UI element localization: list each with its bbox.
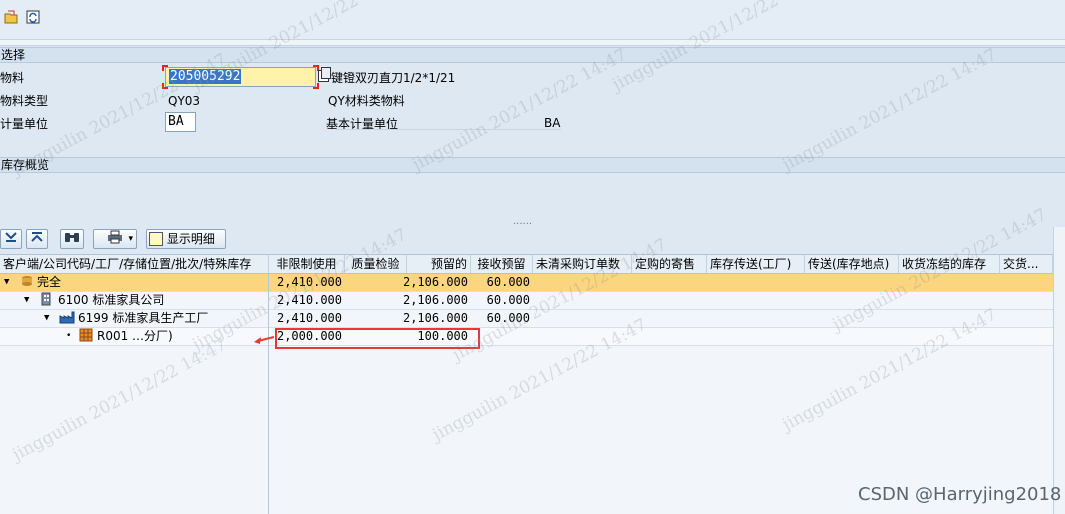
splitter-handle[interactable]: ...... — [513, 216, 532, 227]
cell-unrestricted: 2,410.000 — [276, 275, 342, 289]
material-value: 205005292 — [169, 69, 242, 84]
cell-receipt-reserved: 60.000 — [486, 275, 530, 289]
binoculars-icon — [65, 233, 79, 242]
column-header-delivery[interactable]: 交货... — [1000, 255, 1053, 273]
table-row[interactable]: ▼ 6199 标准家具生产工厂 2,410.000 2,106.000 60.0… — [0, 310, 1053, 328]
table-row[interactable]: ▼ 完全 2,410.000 2,106.000 60.000 — [0, 274, 1053, 292]
material-type-description: QY材料类物料 — [328, 94, 405, 108]
show-details-button[interactable]: 显示明细 — [146, 229, 226, 249]
print-button[interactable]: ▾ — [93, 229, 137, 249]
database-icon — [20, 274, 34, 291]
unit-label: 计量单位 — [0, 117, 49, 131]
material-type-label: 物料类型 — [0, 94, 49, 108]
column-header-gr-blocked[interactable]: 收货冻结的库存 — [899, 255, 1000, 273]
toolbar-separator — [0, 40, 1065, 46]
tree-label: R001 …分厂) — [97, 329, 173, 343]
column-header-transfer-plant[interactable]: 库存传送(工厂) — [707, 255, 805, 273]
cell-receipt-reserved: 60.000 — [486, 311, 530, 325]
column-header-consignment[interactable]: 定购的寄售 — [632, 255, 707, 273]
cell-receipt-reserved: 60.000 — [486, 293, 530, 307]
expand-icon — [5, 232, 17, 242]
column-header-quality[interactable]: 质量检验 — [345, 255, 407, 273]
open-icon[interactable] — [2, 9, 20, 27]
tree-label: 6199 标准家具生产工厂 — [78, 311, 209, 325]
tree-label: 6100 标准家具公司 — [58, 293, 165, 307]
selection-group-header: 选择 — [0, 47, 1065, 63]
find-button[interactable] — [60, 229, 84, 249]
grid-header: 客户端/公司代码/工厂/存储位置/批次/特殊库存 非限制使用 质量检验 预留的 … — [0, 254, 1053, 274]
material-description: 键镫双刃直刀1/2*1/21 — [331, 71, 456, 85]
printer-icon — [108, 230, 122, 244]
watermark-text: jingguilin 2021/12/22 14:47 — [409, 44, 631, 176]
tree-label: 完全 — [37, 275, 62, 289]
application-toolbar — [0, 0, 1065, 40]
column-header-unrestricted[interactable]: 非限制使用 — [269, 255, 345, 273]
column-header-transfer-sloc[interactable]: 传送(库存地点) — [805, 255, 899, 273]
column-divider — [268, 274, 269, 514]
collapse-node-icon[interactable]: ▼ — [44, 310, 49, 327]
copy-icon[interactable] — [318, 67, 331, 82]
table-row[interactable]: • R001 …分厂) 2,000.000 100.000 — [0, 328, 1053, 346]
base-unit-value: BA — [544, 116, 561, 130]
plant-icon — [59, 310, 75, 327]
cell-reserved: 2,106.000 — [402, 293, 468, 307]
column-header-receipt-reserved[interactable]: 接收预留 — [471, 255, 533, 273]
grid-body: ▼ 完全 2,410.000 2,106.000 60.000 ▼ 6100 标… — [0, 274, 1053, 514]
unit-input[interactable]: BA — [165, 112, 196, 132]
column-header-open-po[interactable]: 未清采购订单数 — [533, 255, 632, 273]
field-underline — [336, 129, 561, 130]
material-label: 物料 — [0, 71, 25, 85]
input-marker — [162, 83, 168, 89]
scrollbar-track[interactable] — [1053, 227, 1065, 514]
collapse-node-icon[interactable]: ▼ — [24, 292, 29, 309]
dropdown-icon: ▾ — [128, 234, 133, 244]
stock-overview-header: 库存概览 — [0, 157, 1065, 173]
csdn-watermark: CSDN @Harryjing2018 — [858, 484, 1062, 505]
watermark-text: jingguilin 2021/12/22 14:47 — [779, 44, 1001, 176]
input-marker — [313, 83, 319, 89]
column-header-reserved[interactable]: 预留的 — [407, 255, 471, 273]
collapse-node-icon[interactable]: ▼ — [4, 274, 9, 291]
collapse-all-button[interactable] — [26, 229, 48, 249]
column-header-hierarchy[interactable]: 客户端/公司代码/工厂/存储位置/批次/特殊库存 — [0, 255, 269, 273]
table-row[interactable]: ▼ 6100 标准家具公司 2,410.000 2,106.000 60.000 — [0, 292, 1053, 310]
cell-unrestricted: 2,410.000 — [276, 311, 342, 325]
annotation-arrow-icon — [254, 336, 274, 344]
material-input[interactable]: 205005292 — [165, 67, 316, 87]
input-marker — [162, 65, 168, 71]
company-icon — [39, 292, 53, 309]
show-details-label: 显示明细 — [166, 232, 215, 246]
grid-toolbar: ▾ 显示明细 — [0, 227, 1053, 251]
cell-reserved: 2,106.000 — [402, 311, 468, 325]
expand-all-button[interactable] — [0, 229, 22, 249]
material-type-value: QY03 — [168, 94, 201, 108]
cell-reserved: 2,106.000 — [402, 275, 468, 289]
annotation-highlight-box — [275, 328, 480, 349]
unit-value: BA — [168, 114, 184, 129]
storage-location-icon — [79, 328, 93, 345]
cell-unrestricted: 2,410.000 — [276, 293, 342, 307]
refresh-icon[interactable] — [24, 9, 42, 27]
leaf-node-icon: • — [66, 331, 72, 341]
details-icon — [149, 232, 163, 246]
collapse-icon — [31, 232, 43, 242]
